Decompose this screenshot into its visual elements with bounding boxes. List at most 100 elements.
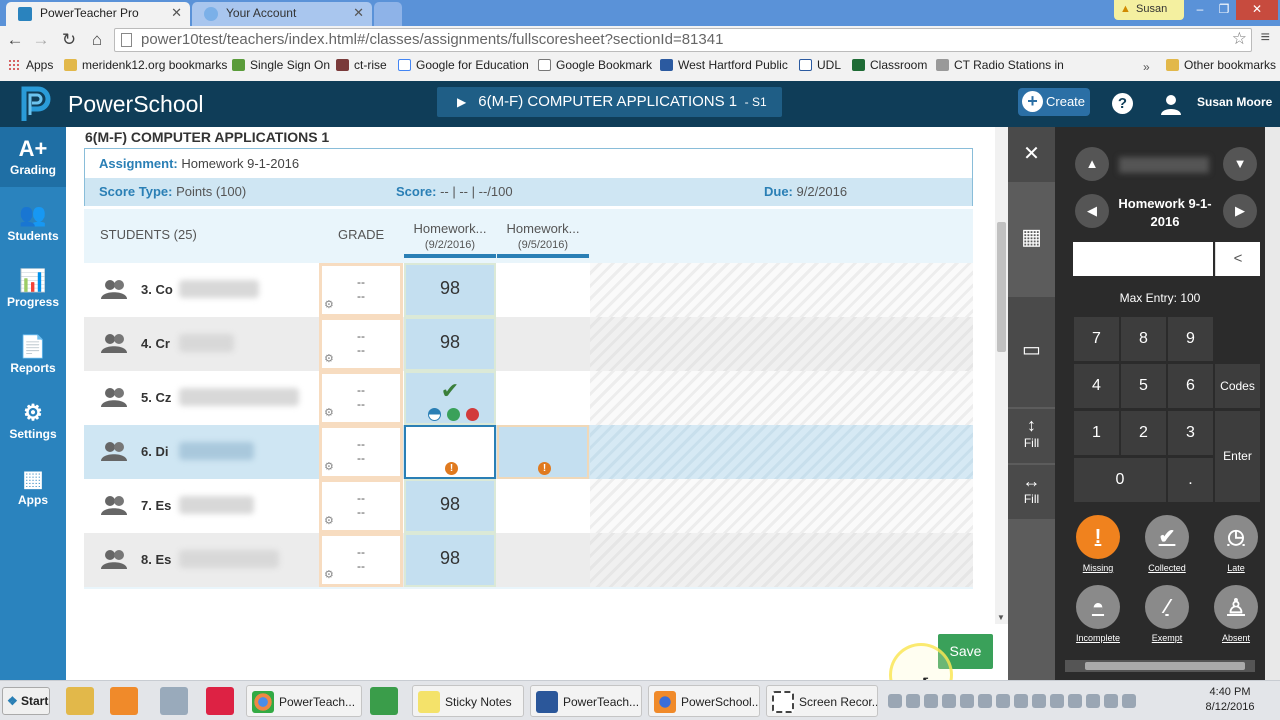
grade-header[interactable]: GRADE	[338, 227, 384, 242]
home-icon[interactable]: ⌂	[86, 29, 108, 51]
start-button[interactable]: ❖ Start	[2, 687, 50, 715]
nav-progress[interactable]: 📊 Progress	[0, 259, 66, 319]
horizontal-scrollbar[interactable]	[1065, 660, 1255, 672]
tray-icon[interactable]	[906, 694, 920, 708]
bookmark-google-edu[interactable]: Google for Education	[398, 58, 529, 72]
grade-cell[interactable]: -- -- ⚙	[319, 425, 403, 479]
key-1[interactable]: 1	[1074, 411, 1119, 455]
user-icon[interactable]	[1160, 93, 1182, 115]
gear-icon[interactable]: ⚙	[324, 568, 334, 582]
gear-icon[interactable]: ⚙	[324, 460, 334, 474]
bookmark-apps[interactable]: Apps	[8, 58, 53, 72]
key-2[interactable]: 2	[1121, 411, 1166, 455]
assignment-column-header[interactable]: Homework... (9/5/2016)	[497, 221, 589, 258]
key-7[interactable]: 7	[1074, 317, 1119, 361]
file-explorer-icon[interactable]	[66, 687, 94, 715]
key-5[interactable]: 5	[1121, 364, 1166, 408]
class-selector[interactable]: ▶ 6(M-F) COMPUTER APPLICATIONS 1 - S1	[437, 87, 782, 117]
tray-icon[interactable]	[1068, 694, 1082, 708]
grade-cell[interactable]: -- -- ⚙	[319, 317, 403, 371]
tray-icon[interactable]	[1014, 694, 1028, 708]
tray-icon[interactable]	[942, 694, 956, 708]
restore-button[interactable]: ❐	[1212, 0, 1236, 20]
minimize-button[interactable]: –	[1188, 0, 1212, 20]
sheets-icon[interactable]	[370, 687, 398, 715]
bookmark-google-bookmark[interactable]: Google Bookmark	[538, 58, 652, 72]
collected-flag-button[interactable]: ✔ Collected	[1137, 515, 1197, 573]
user-name[interactable]: Susan Moore	[1197, 95, 1272, 109]
gear-icon[interactable]: ⚙	[324, 514, 334, 528]
close-icon[interactable]: ✕	[353, 2, 364, 24]
score-cell[interactable]	[497, 533, 589, 587]
late-flag-button[interactable]: ◷ Late	[1206, 515, 1266, 573]
reload-icon[interactable]: ↻	[58, 29, 80, 51]
nav-grading[interactable]: A+ Grading	[0, 127, 66, 187]
students-header[interactable]: STUDENTS (25)	[100, 227, 197, 242]
score-cell[interactable]: 98	[404, 479, 496, 533]
bookmark-sso[interactable]: Single Sign On	[232, 58, 330, 72]
bookmark-ct-rise[interactable]: ct-rise	[336, 58, 387, 72]
taskbar-item[interactable]: PowerTeach...	[530, 685, 642, 717]
score-cell[interactable]	[497, 317, 589, 371]
bookmark-ct-radio[interactable]: CT Radio Stations in C	[936, 58, 1066, 72]
new-tab-button[interactable]	[374, 2, 402, 26]
score-cell[interactable]: !	[497, 425, 589, 479]
close-panel-button[interactable]: ✕	[1008, 127, 1055, 182]
key-8[interactable]: 8	[1121, 317, 1166, 361]
student-cell[interactable]: 5. Cz	[84, 371, 317, 425]
fill-down-button[interactable]: ↕ Fill	[1008, 409, 1055, 463]
student-cell[interactable]: 7. Es	[84, 479, 317, 533]
previous-assignment-button[interactable]: ◀	[1075, 194, 1109, 228]
next-student-button[interactable]: ▼	[1223, 147, 1257, 181]
bookmark-classroom[interactable]: Classroom	[852, 58, 927, 72]
score-cell[interactable]: ✔	[404, 371, 496, 425]
back-icon[interactable]: ←	[4, 29, 26, 51]
tray-icon[interactable]	[1086, 694, 1100, 708]
grade-cell[interactable]: -- -- ⚙	[319, 533, 403, 587]
score-cell[interactable]	[497, 479, 589, 533]
tray-icon[interactable]	[888, 694, 902, 708]
assignment-column-header[interactable]: Homework... (9/2/2016)	[404, 221, 496, 258]
codes-button[interactable]: Codes	[1215, 364, 1260, 408]
tray-icon[interactable]	[1050, 694, 1064, 708]
tab-powerteacher[interactable]: PowerTeacher Pro ✕	[6, 2, 190, 26]
menu-icon[interactable]: ≡	[1261, 29, 1270, 47]
close-icon[interactable]: ✕	[171, 2, 182, 24]
backspace-button[interactable]: <	[1215, 242, 1260, 276]
taskbar-item[interactable]: PowerSchool...	[648, 685, 760, 717]
fill-right-button[interactable]: ↔ Fill	[1008, 465, 1055, 519]
tray-icon[interactable]	[978, 694, 992, 708]
apps-grid-icon[interactable]	[206, 687, 234, 715]
spreadsheet-icon[interactable]: ▦	[1008, 217, 1055, 257]
forward-icon[interactable]: →	[30, 29, 52, 51]
media-player-icon[interactable]	[110, 687, 138, 715]
tray-icon[interactable]	[996, 694, 1010, 708]
taskbar-item[interactable]: Sticky Notes	[412, 685, 524, 717]
gear-icon[interactable]: ⚙	[324, 352, 334, 366]
score-cell[interactable]	[497, 263, 589, 317]
vertical-scrollbar[interactable]: ▼	[995, 127, 1008, 624]
exempt-flag-button[interactable]: ⁄ Exempt	[1137, 585, 1197, 643]
comment-icon[interactable]: ▭	[1008, 297, 1055, 407]
nav-students[interactable]: 👥 Students	[0, 193, 66, 253]
window-user-badge[interactable]: ▲ Susan	[1114, 0, 1184, 20]
tray-icon[interactable]	[1104, 694, 1118, 708]
nav-settings[interactable]: ⚙ Settings	[0, 391, 66, 451]
student-cell[interactable]: 4. Cr	[84, 317, 317, 371]
scrollbar-thumb[interactable]	[1085, 662, 1245, 670]
key-decimal[interactable]: .	[1168, 458, 1213, 502]
key-3[interactable]: 3	[1168, 411, 1213, 455]
tray-icon[interactable]	[960, 694, 974, 708]
grade-cell[interactable]: -- -- ⚙	[319, 263, 403, 317]
score-cell[interactable]: 98	[404, 317, 496, 371]
absent-flag-button[interactable]: ♙ Absent	[1206, 585, 1266, 643]
grade-cell[interactable]: -- -- ⚙	[319, 371, 403, 425]
create-button[interactable]: + Create	[1018, 88, 1090, 116]
enter-button[interactable]: Enter	[1215, 411, 1260, 502]
star-icon[interactable]: ☆	[1232, 28, 1247, 50]
student-cell[interactable]: 6. Di	[84, 425, 317, 479]
calculator-icon[interactable]	[160, 687, 188, 715]
score-cell[interactable]: 98	[404, 263, 496, 317]
nav-reports[interactable]: 📄 Reports	[0, 325, 66, 385]
active-score-cell[interactable]: !	[404, 425, 496, 479]
